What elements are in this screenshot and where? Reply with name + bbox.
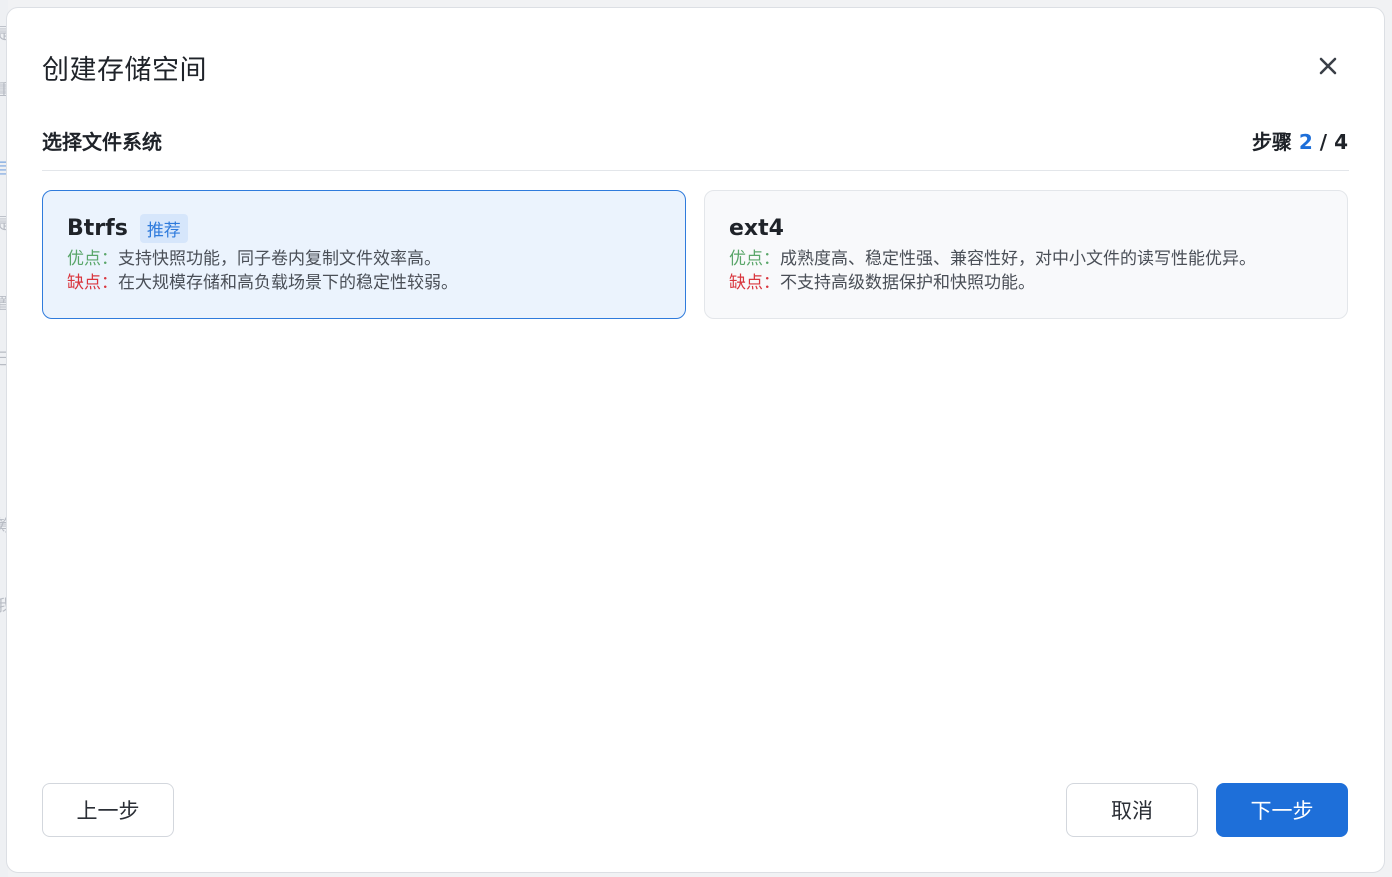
step-total: 4 xyxy=(1334,130,1348,154)
cons-label: 缺点： xyxy=(729,273,780,293)
step-current: 2 xyxy=(1298,130,1313,154)
option-name: Btrfs xyxy=(67,215,128,241)
create-storage-dialog: 创建存储空间 选择文件系统 步骤 2 / 4 Btrfs 推荐 优点：支持快照功… xyxy=(6,7,1385,873)
step-separator: / xyxy=(1319,130,1328,154)
option-cons: 缺点：不支持高级数据保护和快照功能。 xyxy=(729,271,1323,295)
pros-text: 成熟度高、稳定性强、兼容性好，对中小文件的读写性能优异。 xyxy=(780,249,1256,269)
recommended-badge: 推荐 xyxy=(139,213,188,243)
previous-step-button[interactable]: 上一步 xyxy=(42,783,174,837)
pros-text: 支持快照功能，同子卷内复制文件效率高。 xyxy=(118,249,441,269)
next-step-button[interactable]: 下一步 xyxy=(1216,783,1348,837)
cons-text: 在大规模存储和高负载场景下的稳定性较弱。 xyxy=(118,273,458,293)
cons-label: 缺点： xyxy=(67,273,118,293)
step-indicator: 步骤 2 / 4 xyxy=(1252,126,1348,155)
section-divider xyxy=(42,170,1349,171)
close-icon xyxy=(1319,57,1337,75)
section-title: 选择文件系统 xyxy=(42,130,162,154)
cons-text: 不支持高级数据保护和快照功能。 xyxy=(780,273,1035,293)
pros-label: 优点： xyxy=(67,249,118,269)
option-name: ext4 xyxy=(729,215,784,241)
step-label: 步骤 xyxy=(1251,130,1292,154)
dialog-title: 创建存储空间 xyxy=(42,55,207,86)
option-pros: 优点：成熟度高、稳定性强、兼容性好，对中小文件的读写性能优异。 xyxy=(729,247,1323,271)
option-cons: 缺点：在大规模存储和高负载场景下的稳定性较弱。 xyxy=(67,271,661,295)
cancel-button[interactable]: 取消 xyxy=(1066,783,1198,837)
pros-label: 优点： xyxy=(729,249,780,269)
option-card-btrfs[interactable]: Btrfs 推荐 优点：支持快照功能，同子卷内复制文件效率高。 缺点：在大规模存… xyxy=(42,190,686,319)
close-button[interactable] xyxy=(1313,51,1343,81)
option-card-ext4[interactable]: ext4 优点：成熟度高、稳定性强、兼容性好，对中小文件的读写性能优异。 缺点：… xyxy=(704,190,1348,319)
option-pros: 优点：支持快照功能，同子卷内复制文件效率高。 xyxy=(67,247,661,271)
